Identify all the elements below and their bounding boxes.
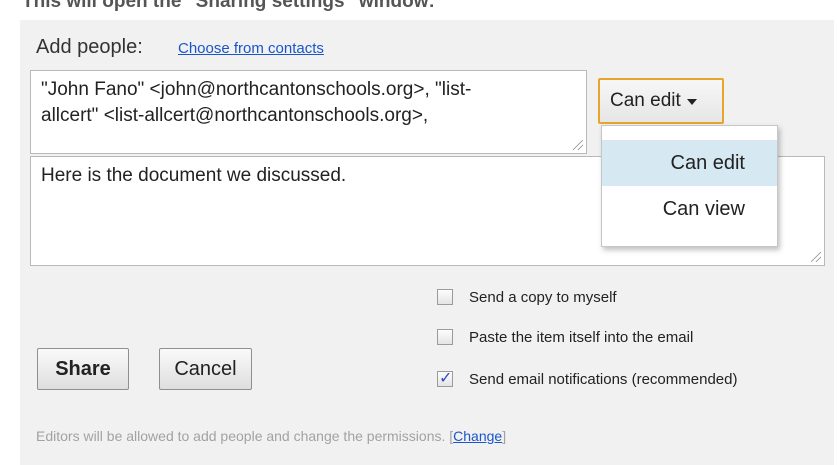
email-notifications-checkbox[interactable] xyxy=(437,368,453,387)
add-people-label: Add people: xyxy=(36,36,143,58)
send-copy-label: Send a copy to myself xyxy=(469,288,617,306)
page-caption: This will open the "Sharing settings" wi… xyxy=(22,0,435,12)
change-permissions-link[interactable]: Change xyxy=(453,428,502,444)
permission-selected-label: Can edit xyxy=(610,90,681,111)
recipients-line-2: allcert" <list-allcert@northcantonschool… xyxy=(41,105,429,126)
footer-note: Editors will be allowed to add people an… xyxy=(36,428,506,444)
caret-down-icon xyxy=(686,99,697,105)
send-copy-option[interactable]: Send a copy to myself xyxy=(437,285,617,309)
menu-item-can-view[interactable]: Can view xyxy=(602,186,777,232)
footer-bracket-close: ] xyxy=(502,428,507,444)
footer-note-text: Editors will be allowed to add people an… xyxy=(36,428,446,444)
add-people-input[interactable]: "John Fano" <john@northcantonschools.org… xyxy=(30,70,587,154)
email-notifications-label: Send email notifications (recommended) xyxy=(469,370,738,388)
paste-item-label: Paste the item itself into the email xyxy=(469,328,694,346)
choose-from-contacts-link[interactable]: Choose from contacts xyxy=(178,40,324,57)
resize-grip-icon[interactable] xyxy=(811,252,821,262)
recipients-line-1: "John Fano" <john@northcantonschools.org… xyxy=(41,79,472,100)
paste-item-option[interactable]: Paste the item itself into the email xyxy=(437,325,693,349)
share-button[interactable]: Share xyxy=(37,348,129,390)
cancel-button[interactable]: Cancel xyxy=(159,348,252,390)
permission-menu: Can edit Can view xyxy=(601,125,778,247)
email-notifications-option[interactable]: Send email notifications (recommended) xyxy=(437,367,737,391)
send-copy-checkbox[interactable] xyxy=(437,289,453,305)
menu-item-can-edit[interactable]: Can edit xyxy=(602,140,777,186)
resize-grip-icon[interactable] xyxy=(573,140,583,150)
permission-dropdown-button[interactable]: Can edit xyxy=(598,78,724,124)
paste-item-checkbox[interactable] xyxy=(437,329,453,345)
